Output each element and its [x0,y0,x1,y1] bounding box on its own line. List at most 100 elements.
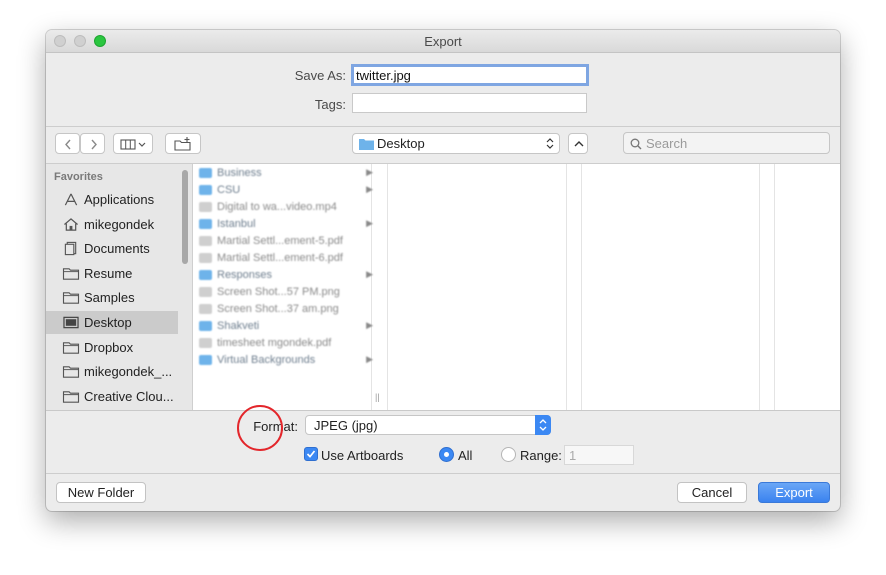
disclosure-arrow-icon: ▶ [366,320,373,330]
file-name: Screen Shot...37 am.png [217,303,339,315]
title-bar: Export [46,30,840,53]
popup-arrows-icon [546,138,554,149]
home-icon [64,217,78,231]
search-placeholder: Search [646,136,688,151]
sidebar-item-label: Dropbox [84,339,134,355]
sidebar-item[interactable]: Applications [46,188,178,211]
annotation-circle [237,405,283,451]
sidebar-item[interactable]: Resume [46,262,178,285]
export-dialog: Export Save As: twitter.jpg Tags: Deskto… [46,30,840,511]
file-icon [199,304,212,314]
sidebar-item[interactable]: mikegondek [46,213,178,236]
tags-field[interactable] [352,93,587,113]
search-field[interactable]: Search [623,132,830,154]
new-folder-button[interactable]: New Folder [56,482,146,503]
folder-icon [62,366,80,378]
file-name: Business [217,167,262,179]
view-options-button[interactable] [113,133,153,154]
folder-icon [62,268,80,280]
sidebar-item-label: Applications [84,192,155,207]
column-resize-handle[interactable]: || [375,392,380,402]
column-divider [581,164,582,410]
range-field[interactable]: 1 [564,445,634,465]
sidebar-item-label: Samples [84,290,135,306]
sidebar-item[interactable]: Creative Clou... [46,385,178,408]
folder-icon [199,355,212,365]
sidebar-item[interactable]: Documents [46,237,178,260]
folder-icon [199,270,212,280]
file-list-item[interactable]: Responses ▶ [199,268,375,284]
all-radio[interactable] [439,447,454,462]
new-folder-toolbar-button[interactable] [165,133,201,154]
chevron-left-icon [65,139,71,150]
use-artboards-checkbox[interactable] [304,447,318,461]
file-name: Martial Settl...ement-5.pdf [217,235,343,247]
sidebar-item-label: Documents [84,241,150,257]
file-name: Shakveti [217,320,260,332]
bottom-divider [46,410,840,411]
location-label: Desktop [377,136,425,151]
file-icon [199,253,212,263]
applications-icon [64,193,78,206]
file-icon [199,236,212,246]
folder-icon [199,219,212,229]
file-list-item[interactable]: Martial Settl...ement-5.pdf [199,234,375,250]
location-popup[interactable]: Desktop [352,133,560,154]
sidebar-item[interactable]: mikegondek_... [46,360,178,383]
range-label: Range: [520,448,562,463]
disclosure-arrow-icon: ▶ [366,354,373,364]
search-icon [630,138,642,150]
file-name: CSU [217,184,241,196]
folder-icon [199,168,212,178]
folder-icon [62,292,80,305]
export-button[interactable]: Export [758,482,830,503]
new-folder-icon [174,137,191,151]
window-title: Export [424,34,462,49]
file-list-item[interactable]: Istanbul ▶ [199,217,375,233]
checkmark-icon [306,450,316,458]
cancel-button[interactable]: Cancel [677,482,747,503]
disclosure-arrow-icon: ▶ [366,167,373,177]
save-as-field[interactable]: twitter.jpg [351,64,589,86]
file-list-item[interactable]: Screen Shot...57 PM.png [199,285,375,301]
sidebar-item[interactable]: Desktop [46,311,178,334]
sidebar-scrollbar[interactable] [182,170,188,264]
file-list-item[interactable]: Martial Settl...ement-6.pdf [199,251,375,267]
collapse-browser-button[interactable] [568,133,588,154]
disclosure-arrow-icon: ▶ [366,218,373,228]
sidebar-item[interactable]: Samples [46,286,178,309]
file-list-item[interactable]: Screen Shot...37 am.png [199,302,375,318]
footer-divider [46,473,840,474]
chevron-up-icon [574,141,584,147]
file-browser: || Business ▶ CSU ▶ Digital to wa...video.mp… [193,164,840,410]
sidebar-item-label: Resume [84,265,133,281]
file-list-item[interactable]: timesheet mgondek.pdf [199,336,375,352]
file-list-item[interactable]: Digital to wa...video.mp4 [199,200,375,216]
range-radio[interactable] [501,447,516,462]
tags-label: Tags: [314,97,346,112]
format-popup[interactable]: JPEG (jpg) [305,415,551,435]
radio-dot-icon [444,452,449,457]
file-name: Screen Shot...57 PM.png [217,286,340,298]
format-popup-arrows [535,415,551,435]
documents-icon [64,242,77,256]
file-list-item[interactable]: Business ▶ [199,166,375,182]
file-list-item[interactable]: Shakveti ▶ [199,319,375,335]
file-icon [199,338,212,348]
folder-icon [199,185,212,195]
desktop-icon [63,316,79,329]
back-button[interactable] [55,133,80,154]
column-divider [774,164,775,410]
folder-icon [359,139,374,150]
sidebar: Favorites Applications mikegondek Document… [46,164,193,410]
file-name: Martial Settl...ement-6.pdf [217,252,343,264]
file-list-item[interactable]: Virtual Backgrounds ▶ [199,353,375,369]
sidebar-item[interactable]: Dropbox [46,336,178,359]
file-list-item[interactable]: CSU ▶ [199,183,375,199]
disclosure-arrow-icon: ▶ [366,269,373,279]
header-divider [46,126,840,127]
forward-button[interactable] [80,133,105,154]
file-icon [199,202,212,212]
column-divider [566,164,567,410]
folder-icon [62,391,80,403]
